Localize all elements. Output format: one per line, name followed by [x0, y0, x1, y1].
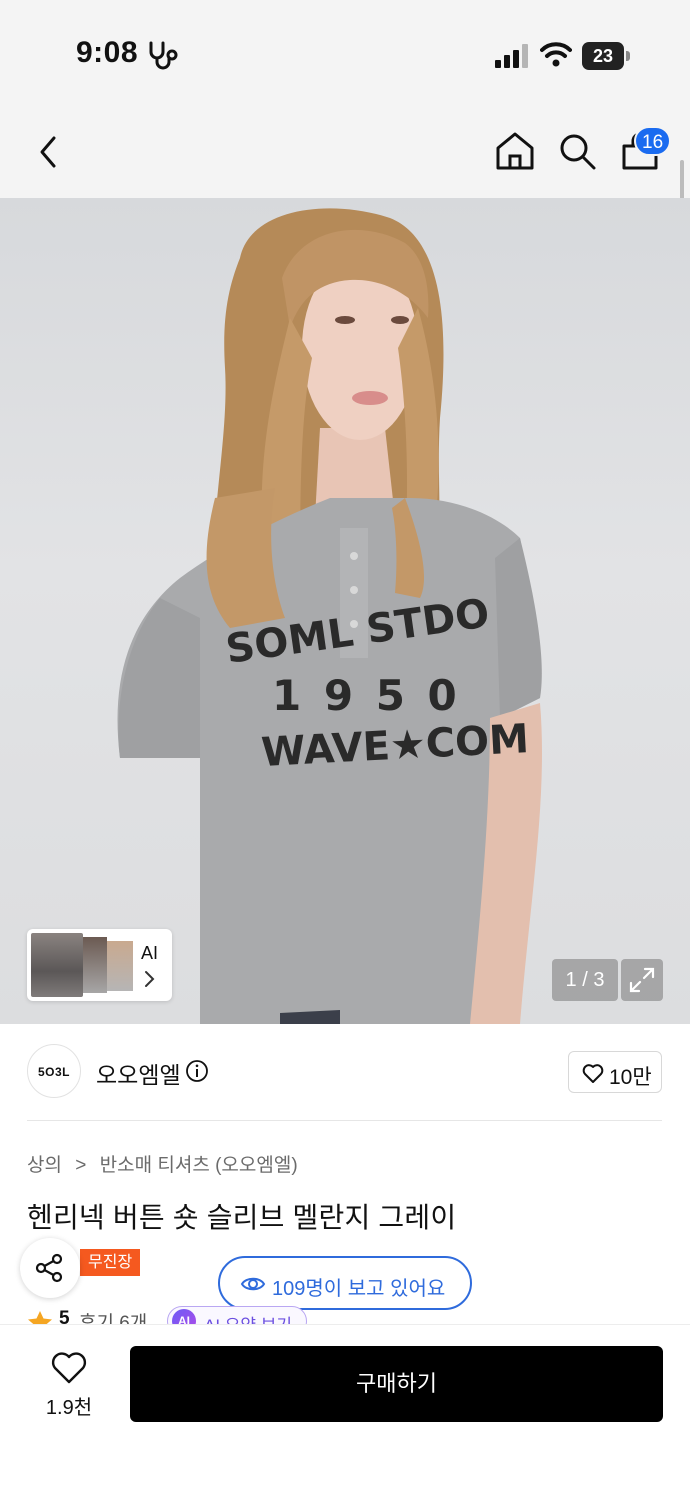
ai-styling-thumbnails[interactable]: AI [27, 929, 172, 1001]
live-viewers-pill: 109명이 보고 있어요 [218, 1256, 472, 1310]
status-time: 9:08 [76, 36, 139, 69]
ai-icon: AI [172, 1309, 196, 1324]
battery-icon: 23 [582, 42, 630, 70]
home-icon[interactable] [494, 130, 536, 172]
search-icon[interactable] [556, 130, 598, 172]
stethoscope-icon [149, 41, 178, 70]
product-image[interactable]: SOML STDO 1 9 5 0 WAVE★COM [0, 198, 690, 1024]
breadcrumb: 상의 > 반소매 티셔츠 (오오엠엘) [27, 1150, 298, 1177]
bottom-action-bar: 1.9천 구매하기 [0, 1324, 690, 1500]
expand-button[interactable] [621, 959, 663, 1001]
eye-icon [240, 1277, 266, 1291]
brand-like-button[interactable]: 10만 [568, 1051, 662, 1093]
rating-row: 5 후기 6개 AI AI 요약 보기 [27, 1306, 427, 1324]
status-bar: 9:08 23 [0, 0, 690, 100]
battery-level: 23 [592, 46, 614, 66]
image-counter: 1 / 3 [552, 959, 618, 1001]
cart-count-badge: 16 [634, 126, 672, 156]
heart-icon [51, 1352, 87, 1384]
viewers-text: 109명이 보고 있어요 [272, 1278, 446, 1300]
shirt-print-line-2: 1 9 5 0 [272, 671, 461, 720]
expand-icon [629, 967, 655, 993]
star-icon [28, 1311, 52, 1324]
breadcrumb-item-subcategory[interactable]: 반소매 티셔츠 (오오엠엘) [100, 1150, 298, 1177]
ai-summary-button[interactable]: AI AI 요약 보기 [167, 1306, 307, 1324]
nav-bar [0, 100, 690, 198]
product-title: 헨리넥 버튼 숏 슬리브 멜란지 그레이 [27, 1202, 457, 1233]
heart-icon [582, 1064, 604, 1083]
back-icon[interactable] [30, 130, 70, 174]
buy-button[interactable]: 구매하기 [130, 1346, 663, 1422]
brand-name[interactable]: 오오엠엘 [96, 1056, 181, 1090]
signal-icon [495, 44, 528, 68]
thumbnail-image [107, 941, 133, 991]
free-shipping-badge: 무진장 [80, 1249, 141, 1276]
wishlist-button[interactable]: 1.9천 [30, 1349, 110, 1429]
chevron-right-icon [145, 971, 155, 987]
brand-like-count: 10만 [609, 1066, 652, 1089]
model-photo: SOML STDO 1 9 5 0 WAVE★COM [117, 208, 542, 1024]
breadcrumb-item-category[interactable]: 상의 [27, 1150, 62, 1177]
brand-logo[interactable]: 5O3L [27, 1044, 81, 1098]
rating-value: 5 [59, 1308, 70, 1324]
wishlist-count: 1.9천 [45, 1397, 93, 1419]
ai-summary-label: AI 요약 보기 [204, 1311, 292, 1324]
ai-label: AI [141, 943, 159, 963]
breadcrumb-separator: > [75, 1155, 87, 1176]
share-icon [35, 1253, 63, 1283]
thumbnail-image [31, 933, 83, 997]
thumbnail-image [83, 937, 107, 993]
review-count[interactable]: 후기 6개 [79, 1308, 147, 1324]
wifi-icon [540, 42, 572, 67]
divider [27, 1120, 662, 1121]
share-button[interactable] [20, 1238, 80, 1298]
info-icon[interactable] [185, 1059, 209, 1083]
